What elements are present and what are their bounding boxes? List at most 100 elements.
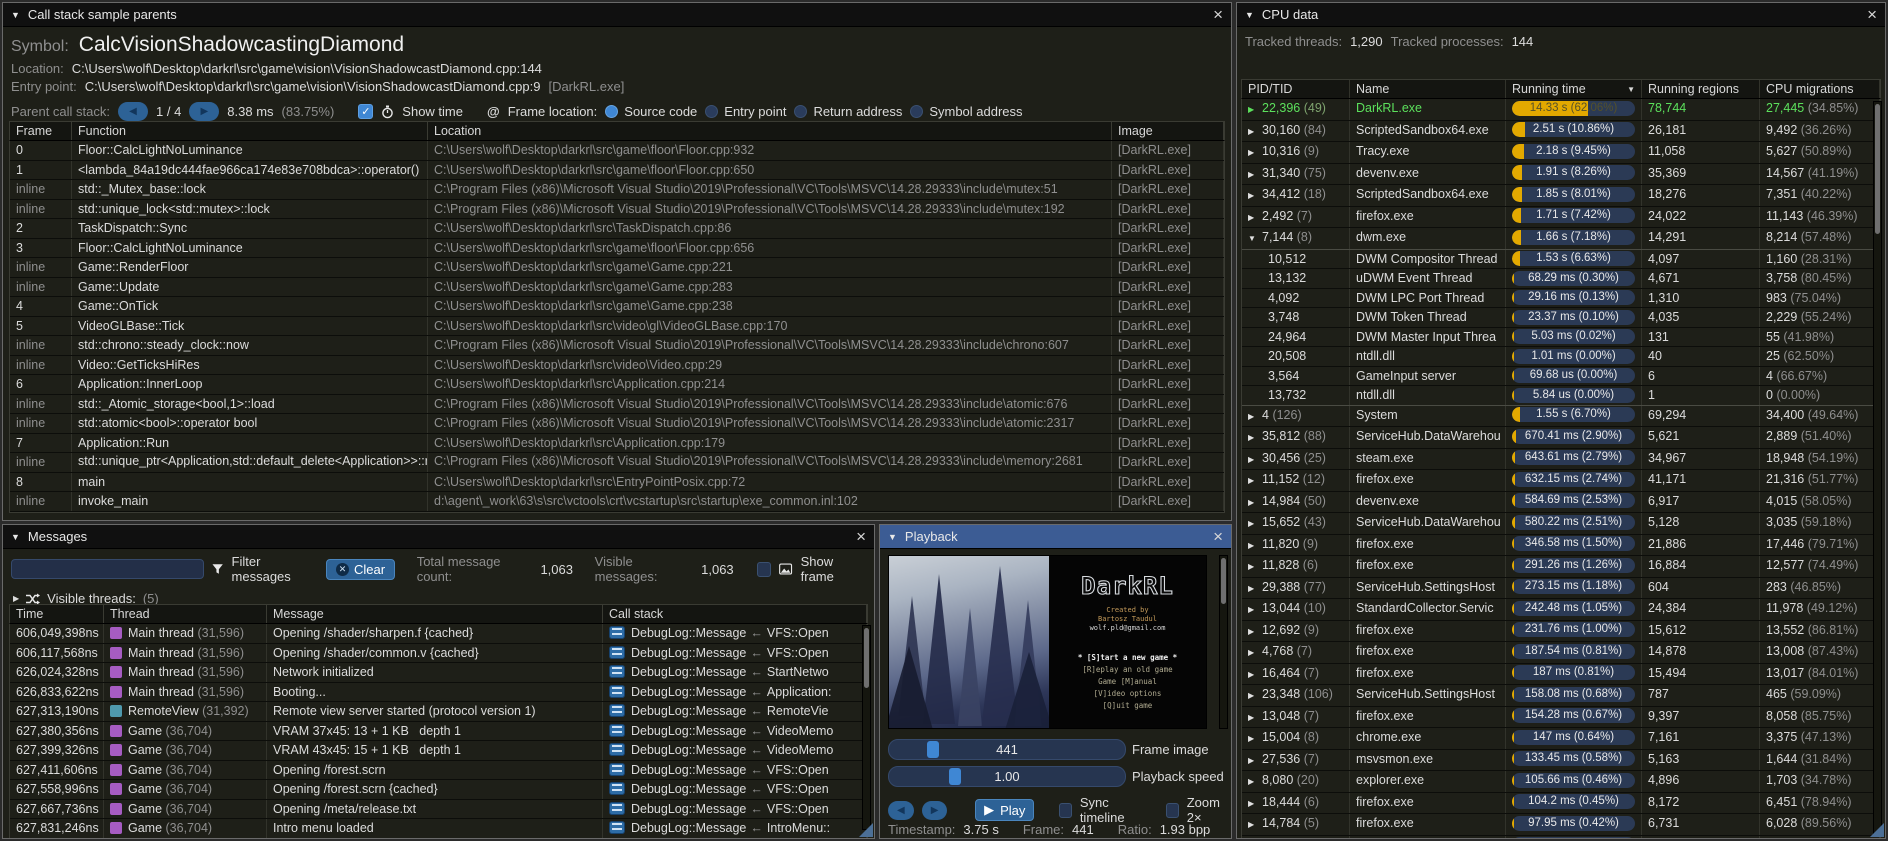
cpu-process-row[interactable]: ▶15,652 (43)ServiceHub.DataWarehou580.22… <box>1242 513 1880 535</box>
cpu-process-row[interactable]: ▶30,160 (84)ScriptedSandbox64.exe2.51 s … <box>1242 121 1880 143</box>
callstack-table-row[interactable]: 0Floor::CalcLightNoLuminanceC:\Users\wol… <box>10 141 1224 161</box>
sync-timeline-checkbox[interactable] <box>1059 803 1072 818</box>
callstack-cell[interactable]: DebugLog::Message←VFS::Open <box>603 644 867 663</box>
zoom-2x-checkbox[interactable] <box>1166 803 1179 818</box>
cpu-process-row[interactable]: ▶14,984 (50)devenv.exe584.69 ms (2.53%)6… <box>1242 492 1880 514</box>
cpu-process-row[interactable]: ▶13,044 (10)StandardCollector.Servic242.… <box>1242 599 1880 621</box>
frame-location-radio-entry-point[interactable]: Entry point <box>705 104 786 119</box>
callstack-table-row[interactable]: 8mainC:\Users\wolf\Desktop\darkrl\src\En… <box>10 473 1224 493</box>
callstack-table-row[interactable]: inlineinvoke_maind:\agent\_work\63\s\src… <box>10 492 1224 512</box>
clear-button[interactable]: ✕Clear <box>326 559 395 580</box>
collapse-icon[interactable]: ▼ <box>888 532 897 542</box>
collapse-arrow-icon[interactable]: ▼ <box>1248 230 1262 249</box>
message-row[interactable]: 606,117,568nsMain thread (31,596)Opening… <box>10 644 867 664</box>
show-frame-checkbox[interactable] <box>757 562 771 577</box>
callstack-list-icon[interactable] <box>609 704 625 717</box>
prev-sample-button[interactable]: ◀ <box>118 102 148 121</box>
expand-arrow-icon[interactable]: ▶ <box>1248 209 1262 228</box>
close-icon[interactable]: × <box>1213 6 1223 23</box>
cpu-process-row[interactable]: ▶35,812 (88)ServiceHub.DataWarehou670.41… <box>1242 427 1880 449</box>
col-cpu-migrations[interactable]: CPU migrations <box>1760 80 1880 98</box>
callstack-table-row[interactable]: 3Floor::CalcLightNoLuminanceC:\Users\wol… <box>10 239 1224 259</box>
callstack-cell[interactable]: DebugLog::Message←VFS::Open <box>603 761 867 780</box>
cpu-process-row[interactable]: 3,748 DWM Token Thread23.37 ms (0.10%)4,… <box>1242 308 1880 328</box>
expand-arrow-icon[interactable]: ▶ <box>1248 101 1262 120</box>
callstack-table-row[interactable]: 1<lambda_84a19dc444fae966ca174e83e708bdc… <box>10 161 1224 181</box>
close-icon[interactable]: × <box>1213 528 1223 545</box>
cpu-process-row[interactable]: ▶15,004 (8)chrome.exe147 ms (0.64%)7,161… <box>1242 728 1880 750</box>
expand-arrow-icon[interactable]: ▶ <box>1248 472 1262 491</box>
callstack-table-row[interactable]: inlinestd::_Mutex_base::lockC:\Program F… <box>10 180 1224 200</box>
cpu-process-row[interactable]: ▶27,536 (7)msvsmon.exe133.45 ms (0.58%)5… <box>1242 750 1880 772</box>
cpu-process-row[interactable]: ▶18,444 (6)firefox.exe104.2 ms (0.45%)8,… <box>1242 793 1880 815</box>
callstack-list-icon[interactable] <box>609 724 625 737</box>
cpu-process-row[interactable]: ▶12,692 (9)firefox.exe231.76 ms (1.00%)1… <box>1242 621 1880 643</box>
callstack-table-row[interactable]: 4Game::OnTickC:\Users\wolf\Desktop\darkr… <box>10 297 1224 317</box>
callstack-table-row[interactable]: inlinestd::chrono::steady_clock::nowC:\P… <box>10 336 1224 356</box>
cpu-process-row[interactable]: ▶14,784 (5)firefox.exe97.95 ms (0.42%)6,… <box>1242 814 1880 836</box>
message-row[interactable]: 626,024,328nsMain thread (31,596)Network… <box>10 663 867 683</box>
expand-arrow-icon[interactable]: ▶ <box>1248 187 1262 206</box>
col-function[interactable]: Function <box>72 122 428 140</box>
cpu-process-row[interactable]: ▶4 (126)System1.55 s (6.70%)69,29434,400… <box>1242 406 1880 428</box>
expand-arrow-icon[interactable]: ▶ <box>1248 838 1262 840</box>
expand-arrow-icon[interactable]: ▶ <box>1248 515 1262 534</box>
cpu-process-row[interactable]: ▶23,348 (106)ServiceHub.SettingsHost158.… <box>1242 685 1880 707</box>
callstack-table-row[interactable]: inlineGame::RenderFloorC:\Users\wolf\Des… <box>10 258 1224 278</box>
expand-arrow-icon[interactable]: ▶ <box>1248 601 1262 620</box>
next-sample-button[interactable]: ▶ <box>189 102 219 121</box>
expand-arrow-icon[interactable]: ▶ <box>1248 429 1262 448</box>
callstack-table-row[interactable]: inlineVideo::GetTicksHiResC:\Users\wolf\… <box>10 356 1224 376</box>
cpu-process-row[interactable]: ▶12,016 (2)firefox.exe84.89 ms (0.37%)6,… <box>1242 836 1880 840</box>
expand-arrow-icon[interactable]: ▶ <box>1248 687 1262 706</box>
col-frame[interactable]: Frame <box>10 122 72 140</box>
callstack-cell[interactable]: DebugLog::Message←VFS::Open <box>603 624 867 643</box>
col-name[interactable]: Name <box>1350 80 1506 98</box>
next-frame-button[interactable]: ▶ <box>922 801 948 820</box>
frame-image-slider[interactable]: 441 <box>888 739 1126 760</box>
callstack-cell[interactable]: DebugLog::Message←VideoMemo <box>603 741 867 760</box>
cpu-process-row[interactable]: ▶22,396 (49)DarkRL.exe14.33 s (62.06%)78… <box>1242 99 1880 121</box>
expand-arrow-icon[interactable]: ▶ <box>1248 494 1262 513</box>
message-row[interactable]: 627,380,356nsGame (36,704)VRAM 37x45: 13… <box>10 722 867 742</box>
scrollbar-thumb[interactable] <box>1221 558 1226 604</box>
expand-arrow-icon[interactable]: ▶ <box>1248 144 1262 163</box>
frame-location-radio-source-code[interactable]: Source code <box>605 104 697 119</box>
callstack-table-row[interactable]: inlinestd::atomic<bool>::operator boolC:… <box>10 414 1224 434</box>
expand-arrow-icon[interactable]: ▶ <box>1248 666 1262 685</box>
expand-arrow-icon[interactable]: ▶ <box>1248 816 1262 835</box>
expand-arrow-icon[interactable]: ▶ <box>1248 537 1262 556</box>
message-row[interactable]: 626,833,622nsMain thread (31,596)Booting… <box>10 683 867 703</box>
callstack-list-icon[interactable] <box>609 626 625 639</box>
play-button[interactable]: ▶Play <box>975 799 1034 821</box>
expand-arrow-icon[interactable]: ▶ <box>1248 408 1262 427</box>
playback-speed-slider[interactable]: 1.00 <box>888 766 1126 787</box>
cpu-process-row[interactable]: 13,732 ntdll.dll5.84 us (0.00%)10 (0.00%… <box>1242 386 1880 406</box>
callstack-cell[interactable]: DebugLog::Message←IntroMenu:: <box>603 819 867 838</box>
callstack-table-row[interactable]: inlinestd::_Atomic_storage<bool,1>::load… <box>10 395 1224 415</box>
collapse-icon[interactable]: ▼ <box>1245 10 1254 20</box>
cpu-process-row[interactable]: ▶30,456 (25)steam.exe643.61 ms (2.79%)34… <box>1242 449 1880 471</box>
callstack-list-icon[interactable] <box>609 685 625 698</box>
scrollbar-thumb[interactable] <box>864 628 869 688</box>
col-image[interactable]: Image <box>1112 122 1224 140</box>
cpu-process-row[interactable]: 3,564 GameInput server69.68 us (0.00%)64… <box>1242 367 1880 387</box>
callstack-cell[interactable]: DebugLog::Message←VFS::Open <box>603 800 867 819</box>
expand-arrow-icon[interactable]: ▶ <box>1248 730 1262 749</box>
show-time-checkbox[interactable]: ✓ <box>358 104 373 119</box>
col-pid-tid[interactable]: PID/TID <box>1242 80 1350 98</box>
cpu-process-row[interactable]: ▼7,144 (8)dwm.exe1.66 s (7.18%)14,2918,2… <box>1242 228 1880 250</box>
expand-arrow-icon[interactable]: ▶ <box>1248 773 1262 792</box>
callstack-table-row[interactable]: 2TaskDispatch::SyncC:\Users\wolf\Desktop… <box>10 219 1224 239</box>
expand-icon[interactable]: ▶ <box>13 594 19 603</box>
expand-arrow-icon[interactable]: ▶ <box>1248 752 1262 771</box>
cpu-process-row[interactable]: ▶4,768 (7)firefox.exe187.54 ms (0.81%)14… <box>1242 642 1880 664</box>
cpu-process-row[interactable]: 10,512 DWM Compositor Thread1.53 s (6.63… <box>1242 250 1880 270</box>
message-row[interactable]: 606,049,398nsMain thread (31,596)Opening… <box>10 624 867 644</box>
scrollbar-thumb[interactable] <box>1875 104 1880 234</box>
callstack-list-icon[interactable] <box>609 743 625 756</box>
expand-arrow-icon[interactable]: ▶ <box>1248 123 1262 142</box>
messages-scrollbar[interactable] <box>862 625 871 830</box>
callstack-list-icon[interactable] <box>609 665 625 678</box>
cpu-process-row[interactable]: ▶31,340 (75)devenv.exe1.91 s (8.26%)35,3… <box>1242 164 1880 186</box>
